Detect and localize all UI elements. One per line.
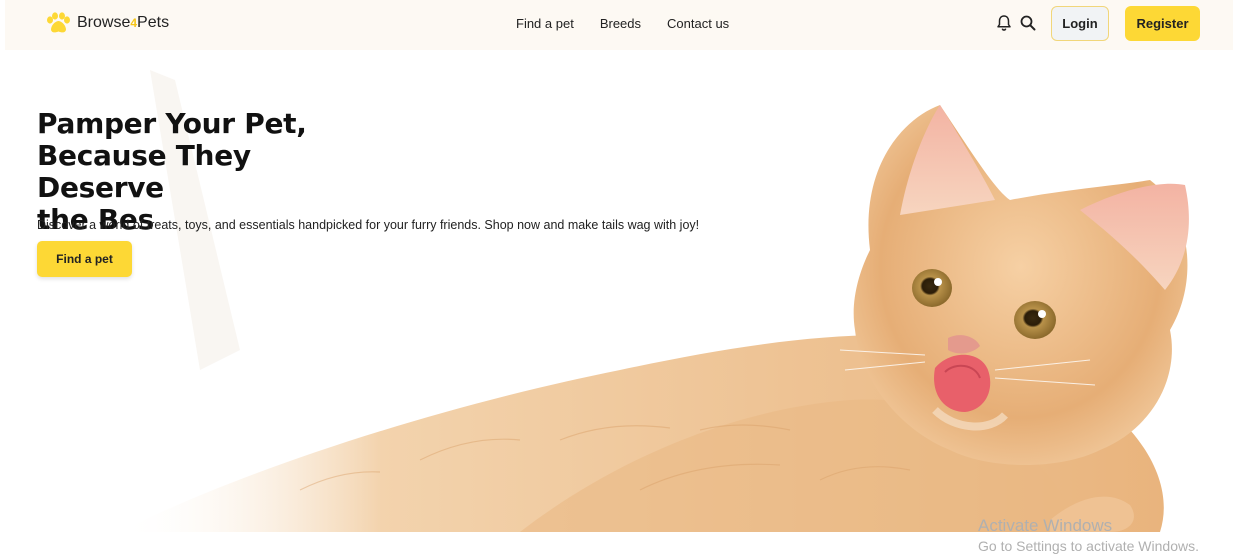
watermark-subtitle: Go to Settings to activate Windows.: [978, 538, 1199, 554]
brand-name-part1: Browse: [77, 14, 131, 31]
activate-windows-watermark: Activate Windows Go to Settings to activ…: [978, 516, 1199, 556]
hero-title-line-2: Because They Deserve: [37, 139, 251, 204]
nav-link-breeds[interactable]: Breeds: [600, 16, 641, 31]
hero-description: Discover a world of treats, toys, and es…: [37, 218, 700, 232]
bell-icon[interactable]: [995, 14, 1013, 32]
login-button[interactable]: Login: [1051, 6, 1109, 41]
hero-title: Pamper Your Pet, Because They Deserve th…: [37, 108, 367, 236]
brand-name: Browse4Pets: [77, 14, 169, 32]
main-nav: Find a pet Breeds Contact us: [516, 16, 729, 31]
hero-title-line-1: Pamper Your Pet,: [37, 107, 307, 140]
search-icon[interactable]: [1019, 14, 1037, 32]
register-button[interactable]: Register: [1125, 6, 1200, 41]
paw-icon: [47, 12, 70, 33]
find-a-pet-button[interactable]: Find a pet: [37, 241, 132, 277]
brand-logo[interactable]: Browse4Pets: [45, 12, 169, 34]
watermark-title: Activate Windows: [978, 516, 1113, 535]
brand-name-part2: Pets: [137, 14, 170, 31]
nav-link-contact-us[interactable]: Contact us: [667, 16, 729, 31]
nav-link-find-a-pet[interactable]: Find a pet: [516, 16, 574, 31]
top-navbar: Browse4Pets Find a pet Breeds Contact us…: [5, 0, 1233, 50]
